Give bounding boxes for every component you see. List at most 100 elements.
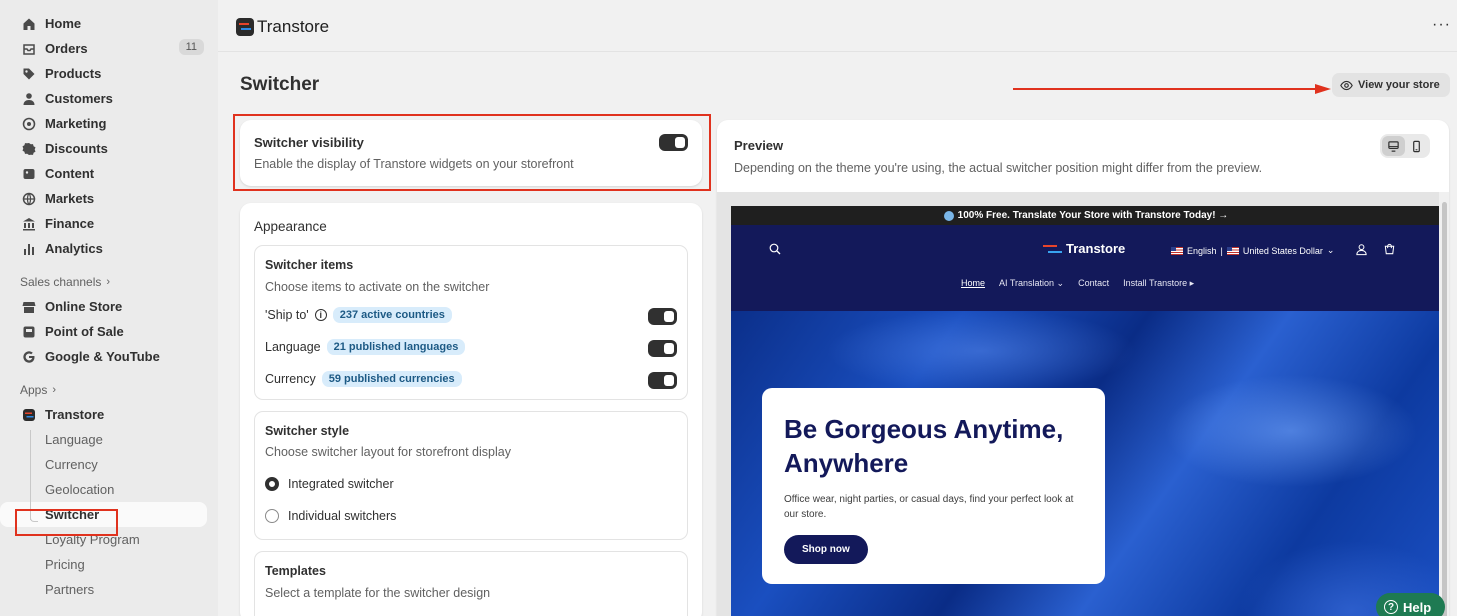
radio-button[interactable] <box>265 477 279 491</box>
separator: | <box>1220 245 1223 256</box>
count-chip[interactable]: 59 published currencies <box>321 371 462 387</box>
sidebar-item-google-youtube[interactable]: Google & YouTube <box>0 344 218 369</box>
language-currency-switcher[interactable]: English | United States Dollar ⌄ <box>1171 245 1334 256</box>
device-toggle <box>1380 134 1430 158</box>
chevron-right-icon: › <box>106 276 111 288</box>
sales-channels-nav: Online Store Point of Sale Google & YouTub… <box>0 294 218 369</box>
sidebar-item-home[interactable]: Home <box>0 11 218 36</box>
sidebar-item-products[interactable]: Products <box>0 61 218 86</box>
sidebar-item-discounts[interactable]: Discounts <box>0 136 218 161</box>
store-nav-link[interactable]: AI Translation ⌄ <box>999 278 1064 289</box>
sidebar-item-label: Transtore <box>45 407 105 422</box>
announcement-bar[interactable]: 100% Free. Translate Your Store with Tra… <box>731 206 1441 225</box>
store-nav-link[interactable]: Home <box>961 278 985 289</box>
switcher-item-toggle[interactable] <box>648 340 677 357</box>
highlight-box-visibility <box>233 114 711 191</box>
shop-now-button[interactable]: Shop now <box>784 535 868 564</box>
preview-scrollbar[interactable] <box>1439 192 1449 616</box>
sidebar-item-label: Discounts <box>45 141 108 156</box>
switcher-items-section: Switcher items Choose items to activate … <box>254 245 688 400</box>
sidebar-subitem-geolocation[interactable]: Geolocation <box>0 477 218 502</box>
desktop-view-button[interactable] <box>1382 136 1405 156</box>
hero-subtitle: Office wear, night parties, or casual da… <box>784 494 1074 520</box>
orders-icon <box>22 42 36 56</box>
pos-icon <box>22 325 36 339</box>
sidebar-subitem-pricing[interactable]: Pricing <box>0 552 218 577</box>
more-actions-icon[interactable]: ··· <box>1432 16 1451 34</box>
style-option[interactable]: Integrated switcher <box>265 477 394 491</box>
style-option-label: Integrated switcher <box>288 477 394 491</box>
templates-section: Templates Select a template for the swit… <box>254 551 688 616</box>
main-nav: Home Orders 11 Products Customers Marketing Di… <box>0 11 218 261</box>
google-icon <box>22 350 36 364</box>
count-chip[interactable]: 237 active countries <box>332 307 452 323</box>
help-button[interactable]: ? Help <box>1376 593 1445 616</box>
sidebar-item-label: Analytics <box>45 241 103 256</box>
store-nav-link[interactable]: Contact <box>1078 278 1109 289</box>
discount-icon <box>22 142 36 156</box>
tag-icon <box>22 67 36 81</box>
apps-label: Apps <box>20 383 48 397</box>
switcher-items-description: Choose items to activate on the switcher <box>265 280 490 294</box>
sidebar-item-markets[interactable]: Markets <box>0 186 218 211</box>
sidebar-item-transtore[interactable]: Transtore <box>0 402 218 427</box>
preview-frame: 100% Free. Translate Your Store with Tra… <box>717 192 1449 616</box>
bank-icon <box>22 217 36 231</box>
style-option-label: Individual switchers <box>288 509 397 523</box>
sidebar-item-orders[interactable]: Orders 11 <box>0 36 218 61</box>
sidebar-item-online-store[interactable]: Online Store <box>0 294 218 319</box>
sidebar-item-label: Markets <box>45 191 95 206</box>
annotation-arrow <box>1013 84 1331 94</box>
sidebar-item-point-of-sale[interactable]: Point of Sale <box>0 319 218 344</box>
switcher-item-toggle[interactable] <box>648 372 677 389</box>
mobile-view-button[interactable] <box>1405 136 1428 156</box>
sidebar-item-finance[interactable]: Finance <box>0 211 218 236</box>
switcher-item-row: Currency 59 published currencies <box>265 371 462 387</box>
cart-icon[interactable] <box>1383 243 1396 256</box>
view-store-label: View your store <box>1358 79 1440 91</box>
store-logo[interactable]: Transtore <box>1043 241 1125 256</box>
switcher-items-title: Switcher items <box>265 258 354 272</box>
person-icon <box>22 92 36 106</box>
switcher-item-label: 'Ship to' <box>265 308 309 322</box>
account-icon[interactable] <box>1355 243 1368 256</box>
sidebar-item-analytics[interactable]: Analytics <box>0 236 218 261</box>
target-icon <box>22 117 36 131</box>
store-nav: Home AI Translation ⌄ Contact Install Trans… <box>961 278 1194 289</box>
sidebar-item-customers[interactable]: Customers <box>0 86 218 111</box>
switcher-item-toggle[interactable] <box>648 308 677 325</box>
sidebar-item-marketing[interactable]: Marketing <box>0 111 218 136</box>
apps-heading[interactable]: Apps › <box>0 378 218 402</box>
sidebar-subitem-partners[interactable]: Partners <box>0 577 218 602</box>
count-chip[interactable]: 21 published languages <box>326 339 466 355</box>
preview-description: Depending on the theme you're using, the… <box>734 161 1263 175</box>
bar-chart-icon <box>22 242 36 256</box>
style-option[interactable]: Individual switchers <box>265 509 396 523</box>
hero-title: Be Gorgeous Anytime, Anywhere <box>784 414 1064 478</box>
switcher-item-row: Language 21 published languages <box>265 339 466 355</box>
switcher-style-title: Switcher style <box>265 424 350 438</box>
sales-channels-label: Sales channels <box>20 275 102 289</box>
search-icon[interactable] <box>769 243 781 255</box>
eye-icon <box>1340 80 1353 90</box>
preview-title: Preview <box>734 138 784 153</box>
hero-card: Be Gorgeous Anytime, Anywhere Office wea… <box>762 388 1105 584</box>
content-icon <box>22 167 36 181</box>
view-store-button[interactable]: View your store <box>1332 73 1450 97</box>
announcement-text: 100% Free. Translate Your Store with Tra… <box>957 210 1229 221</box>
sales-channels-heading[interactable]: Sales channels › <box>0 270 218 294</box>
store-logo-text: Transtore <box>1066 241 1126 256</box>
templates-description: Select a template for the switcher desig… <box>265 586 491 600</box>
info-icon[interactable]: i <box>314 309 327 321</box>
sidebar-item-content[interactable]: Content <box>0 161 218 186</box>
appearance-card: Appearance Switcher items Choose items t… <box>240 203 702 616</box>
page-title: Switcher <box>240 74 320 95</box>
sidebar-subitem-currency[interactable]: Currency <box>0 452 218 477</box>
store-icon <box>22 300 36 314</box>
sidebar-subitem-language[interactable]: Language <box>0 427 218 452</box>
store-nav-link[interactable]: Install Transtore ▸ <box>1123 278 1194 289</box>
highlight-box-switcher-nav <box>15 509 118 536</box>
radio-button[interactable] <box>265 509 279 523</box>
sidebar-item-label: Content <box>45 166 95 181</box>
transtore-app-icon <box>22 408 36 422</box>
